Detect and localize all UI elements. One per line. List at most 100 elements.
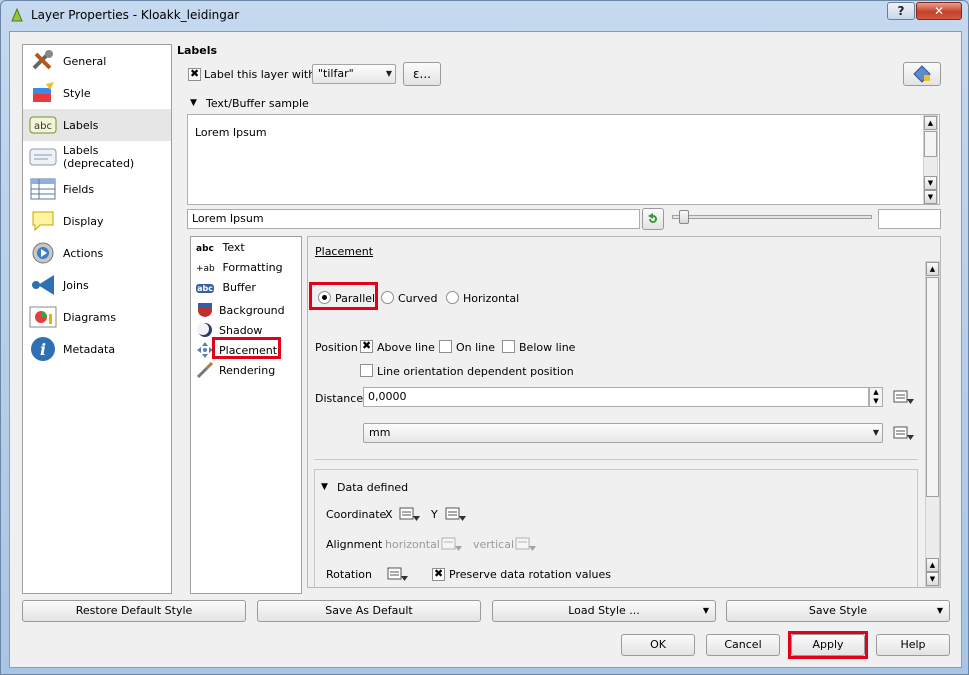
data-defined-group: ▼ Data defined Coordinate X Y Alignment … <box>314 469 918 587</box>
scroll-up-button[interactable]: ▲ <box>924 116 937 130</box>
sidebar-item-actions[interactable]: Actions <box>23 237 171 269</box>
expression-button[interactable]: ε... <box>403 62 441 86</box>
data-defined-override-icon <box>441 537 462 551</box>
scroll-thumb[interactable] <box>924 131 937 157</box>
placement-header: Placement <box>315 245 374 258</box>
reset-sample-button[interactable] <box>642 208 664 230</box>
preserve-rotation-checkbox[interactable] <box>432 567 445 581</box>
tab-buffer[interactable]: abc Buffer <box>196 281 256 299</box>
dialog-window: Layer Properties - Kloakk_leidingar ? ✕ … <box>0 0 969 675</box>
speech-bubble-icon <box>29 207 57 235</box>
tools-icon <box>29 47 57 75</box>
distance-unit-combo[interactable]: mm ▼ <box>363 423 883 443</box>
save-style-label: Save Style <box>808 604 868 617</box>
on-line-label: On line <box>456 341 495 354</box>
svg-text:abc: abc <box>34 121 52 132</box>
placement-scrollbar[interactable]: ▲ ▲ ▼ <box>925 261 940 587</box>
line-orientation-checkbox[interactable] <box>360 364 373 377</box>
save-as-default-button[interactable]: Save As Default <box>257 600 481 622</box>
label-layer-checkbox[interactable] <box>188 67 201 81</box>
data-defined-header: Data defined <box>337 481 409 494</box>
sample-text-input[interactable]: Lorem Ipsum <box>187 209 640 229</box>
tab-text[interactable]: abc Text <box>196 241 245 259</box>
data-defined-override-icon[interactable] <box>893 424 915 442</box>
tab-background[interactable]: Background <box>196 301 285 319</box>
data-defined-override-icon[interactable] <box>445 505 467 523</box>
abc-text-icon: abc <box>196 244 214 254</box>
tab-label: Buffer <box>222 281 256 294</box>
alignment-horizontal-label: horizontal <box>385 538 440 551</box>
data-defined-override-icon[interactable] <box>399 505 421 523</box>
save-style-button[interactable]: Save Style ▼ <box>726 600 950 622</box>
chevron-down-icon: ▼ <box>872 428 879 437</box>
cancel-button[interactable]: Cancel <box>706 634 780 656</box>
tab-rendering[interactable]: Rendering <box>196 361 275 379</box>
svg-text:i: i <box>40 340 46 359</box>
gear-play-icon <box>29 239 57 267</box>
preview-scale-slider[interactable] <box>672 210 872 224</box>
abc-buffer-icon: abc <box>196 284 214 293</box>
alignment-vertical-label: vertical <box>473 538 515 551</box>
ok-button[interactable]: OK <box>621 634 695 656</box>
sidebar-item-fields[interactable]: Fields <box>23 173 171 205</box>
shield-icon <box>198 303 212 317</box>
diagram-icon <box>29 303 57 331</box>
curved-radio[interactable] <box>381 291 394 304</box>
collapse-triangle-icon[interactable]: ▼ <box>321 482 328 492</box>
distance-input[interactable]: 0,0000 <box>363 387 869 407</box>
sidebar-item-diagrams[interactable]: Diagrams <box>23 301 171 333</box>
tab-label: Formatting <box>222 261 283 274</box>
sidebar-item-labels-deprecated[interactable]: Labels (deprecated) <box>23 141 171 173</box>
below-line-checkbox[interactable] <box>502 340 515 353</box>
scroll-thumb[interactable] <box>926 277 939 497</box>
qgis-icon <box>11 7 23 22</box>
scroll-down-button[interactable]: ▲ <box>926 558 939 572</box>
collapse-triangle-icon[interactable]: ▼ <box>190 98 197 108</box>
curved-label: Curved <box>398 292 438 305</box>
tab-formatting[interactable]: +ab Formatting <box>196 261 283 279</box>
table-icon <box>29 175 57 203</box>
above-line-label: Above line <box>377 341 435 354</box>
sidebar-item-label: Labels <box>63 118 99 132</box>
sidebar-item-joins[interactable]: Joins <box>23 269 171 301</box>
scroll-down-end-button[interactable]: ▼ <box>926 572 939 586</box>
sidebar-item-label: Diagrams <box>63 310 116 324</box>
above-line-checkbox[interactable] <box>360 339 373 353</box>
sidebar-item-label: Fields <box>63 182 95 196</box>
scroll-up-button[interactable]: ▲ <box>926 262 939 276</box>
sidebar-item-display[interactable]: Display <box>23 205 171 237</box>
help-title-button[interactable]: ? <box>887 2 915 20</box>
sidebar-item-style[interactable]: Style <box>23 77 171 109</box>
tab-label: Background <box>219 303 285 317</box>
chevron-down-icon: ▼ <box>702 606 709 615</box>
chevron-down-icon: ▼ <box>936 606 943 615</box>
placement-panel: Placement Parallel Curved Horizontal Pos… <box>307 236 941 588</box>
sidebar-item-general[interactable]: General <box>23 45 171 77</box>
scroll-down-button[interactable]: ▼ <box>924 176 937 190</box>
slider-handle[interactable] <box>679 210 689 224</box>
horizontal-radio[interactable] <box>446 291 459 304</box>
preview-background-color[interactable] <box>878 209 941 229</box>
sidebar-item-metadata[interactable]: i Metadata <box>23 333 171 365</box>
rule-settings-button[interactable] <box>903 62 941 86</box>
help-button[interactable]: Help <box>876 634 950 656</box>
data-defined-override-icon[interactable] <box>387 565 409 583</box>
label-deprecated-icon <box>29 143 57 171</box>
coordinate-y-label: Y <box>431 508 438 521</box>
label-field-combo[interactable]: "tilfar" ▼ <box>312 64 396 84</box>
on-line-checkbox[interactable] <box>439 340 452 353</box>
panel-title: Labels <box>177 44 218 57</box>
sidebar-item-label: General <box>63 54 107 68</box>
below-line-label: Below line <box>519 341 576 354</box>
scroll-down-end-button[interactable]: ▼ <box>924 190 937 204</box>
load-style-button[interactable]: Load Style ... ▼ <box>492 600 716 622</box>
distance-spinner[interactable]: ▲ ▼ <box>869 387 883 407</box>
label-layer-text: Label this layer with <box>204 68 316 81</box>
data-defined-override-icon[interactable] <box>893 388 915 406</box>
restore-default-style-button[interactable]: Restore Default Style <box>22 600 246 622</box>
tab-label: Shadow <box>219 323 263 337</box>
sample-scrollbar[interactable]: ▲ ▼ ▼ <box>923 115 938 204</box>
close-button[interactable]: ✕ <box>916 2 962 20</box>
sidebar-item-labels[interactable]: abc Labels <box>23 109 171 141</box>
line-orientation-label: Line orientation dependent position <box>377 365 574 378</box>
